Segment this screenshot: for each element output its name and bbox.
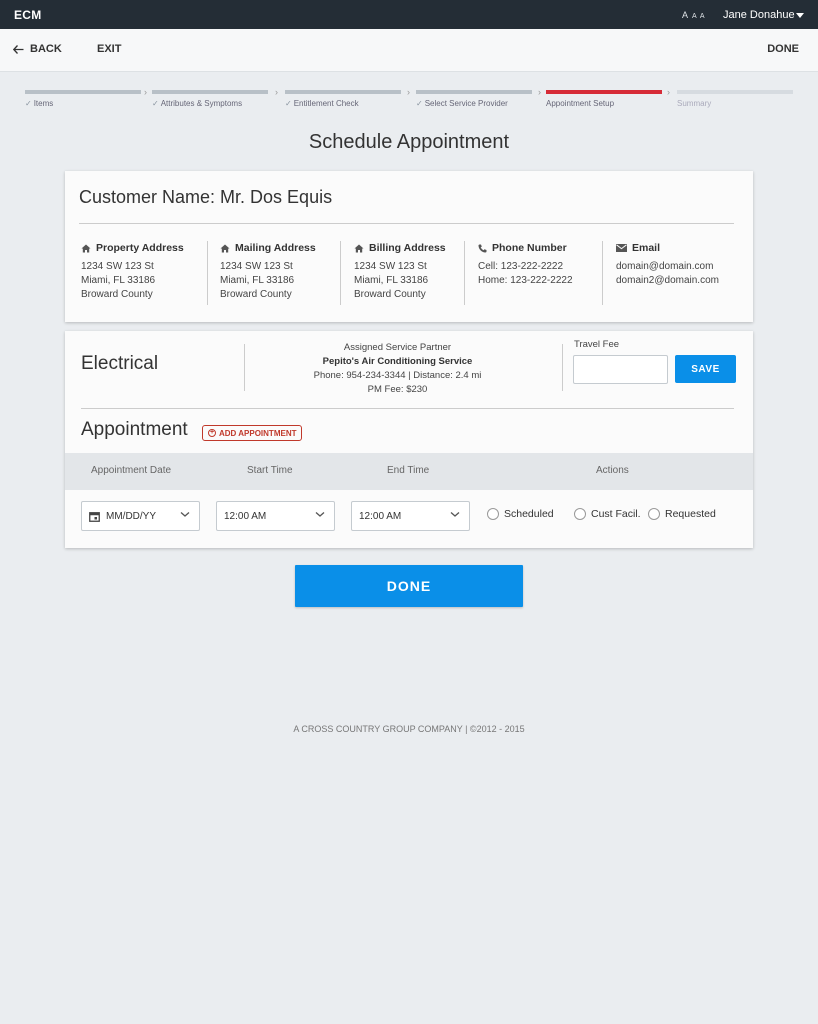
chevron-right-icon: › <box>667 87 670 97</box>
back-label: BACK <box>30 43 62 55</box>
calendar-icon <box>89 511 100 522</box>
end-time-select[interactable]: 12:00 AM <box>351 501 470 531</box>
add-appointment-button[interactable]: + ADD APPOINTMENT <box>202 425 303 441</box>
home-icon <box>354 244 364 252</box>
check-icon: ✓ <box>416 99 423 108</box>
appointment-table-header: Appointment Date Start Time End Time Act… <box>65 453 753 490</box>
travel-fee-label: Travel Fee <box>574 339 620 350</box>
radio-cust-facil[interactable]: Cust Facil. <box>574 508 641 520</box>
column-divider <box>340 241 341 305</box>
check-icon: ✓ <box>152 99 159 108</box>
customer-card: Customer Name: Mr. Dos Equis Property Ad… <box>65 171 753 322</box>
page-title: Schedule Appointment <box>308 131 510 153</box>
step-entitlement[interactable]: ✓ Entitlement Check <box>285 90 401 108</box>
done-button[interactable]: DONE <box>295 565 523 607</box>
appointment-title: Appointment <box>81 419 188 440</box>
chevron-down-icon <box>180 512 190 517</box>
save-button[interactable]: SAVE <box>675 355 736 383</box>
divider <box>81 408 734 409</box>
travel-fee-input[interactable] <box>573 355 668 384</box>
chevron-down-icon <box>450 512 460 517</box>
start-time-select[interactable]: 12:00 AM <box>216 501 335 531</box>
footer-copyright: A CROSS COUNTRY GROUP COMPANY | ©2012 - … <box>293 724 525 734</box>
check-icon: ✓ <box>25 99 32 108</box>
action-bar: BACK EXIT DONE <box>0 29 818 72</box>
column-header-start: Start Time <box>247 465 293 476</box>
step-attributes[interactable]: ✓ Attributes & Symptoms <box>152 90 268 108</box>
customer-name: Customer Name: Mr. Dos Equis <box>79 187 333 207</box>
partner-contact: Phone: 954-234-3344 | Distance: 2.4 mi <box>313 370 482 381</box>
chevron-down-icon[interactable] <box>796 13 804 18</box>
mailing-address: Mailing Address 1234 SW 123 St Miami, FL… <box>220 242 316 300</box>
chevron-right-icon: › <box>538 87 541 97</box>
pm-fee: PM Fee: $230 <box>367 384 428 395</box>
chevron-down-icon <box>315 512 325 517</box>
progress-steps: ✓ Items › ✓ Attributes & Symptoms › ✓ Entit… <box>0 87 818 114</box>
column-divider <box>464 241 465 305</box>
arrow-left-icon <box>13 44 24 54</box>
done-nav-button[interactable]: DONE <box>767 43 799 55</box>
home-icon <box>220 244 230 252</box>
billing-address: Billing Address 1234 SW 123 St Miami, FL… <box>354 242 446 300</box>
back-button[interactable]: BACK <box>13 43 62 55</box>
top-bar: ECM A A A Jane Donahue <box>0 0 818 29</box>
check-icon: ✓ <box>285 99 292 108</box>
column-divider <box>602 241 603 305</box>
user-menu[interactable]: Jane Donahue <box>723 9 795 21</box>
envelope-icon <box>616 244 627 252</box>
column-header-actions: Actions <box>596 465 629 476</box>
phone-numbers: Phone Number Cell: 123-222-2222 Home: 12… <box>478 242 573 286</box>
column-header-date: Appointment Date <box>91 465 172 476</box>
assigned-partner: Assigned Service Partner Pepito's Air Co… <box>245 341 550 397</box>
column-divider <box>562 344 563 391</box>
chevron-right-icon: › <box>407 87 410 97</box>
property-address: Property Address 1234 SW 123 St Miami, F… <box>81 242 184 300</box>
appointment-date-picker[interactable]: MM/DD/YY <box>81 501 200 531</box>
home-icon <box>81 244 91 252</box>
partner-name: Pepito's Air Conditioning Service <box>322 356 473 367</box>
step-service-provider[interactable]: ✓ Select Service Provider <box>416 90 532 108</box>
divider <box>79 223 734 224</box>
chevron-right-icon: › <box>275 87 278 97</box>
app-brand[interactable]: ECM <box>14 8 42 22</box>
step-items[interactable]: ✓ Items <box>25 90 141 108</box>
appointment-card: Electrical Assigned Service Partner Pepi… <box>65 331 753 548</box>
column-divider <box>207 241 208 305</box>
plus-circle-icon: + <box>208 429 216 437</box>
step-appointment-setup[interactable]: Appointment Setup <box>546 90 662 108</box>
phone-icon <box>478 244 487 252</box>
column-header-end: End Time <box>387 465 430 476</box>
service-type: Electrical <box>81 353 159 374</box>
exit-button[interactable]: EXIT <box>97 43 121 55</box>
radio-scheduled[interactable]: Scheduled <box>487 508 554 520</box>
text-size-control[interactable]: A A A <box>682 10 706 20</box>
step-summary[interactable]: Summary <box>677 90 793 108</box>
radio-requested[interactable]: Requested <box>648 508 716 520</box>
chevron-right-icon: › <box>144 87 147 97</box>
email-addresses: Email domain@domain.com domain2@domain.c… <box>616 242 719 286</box>
